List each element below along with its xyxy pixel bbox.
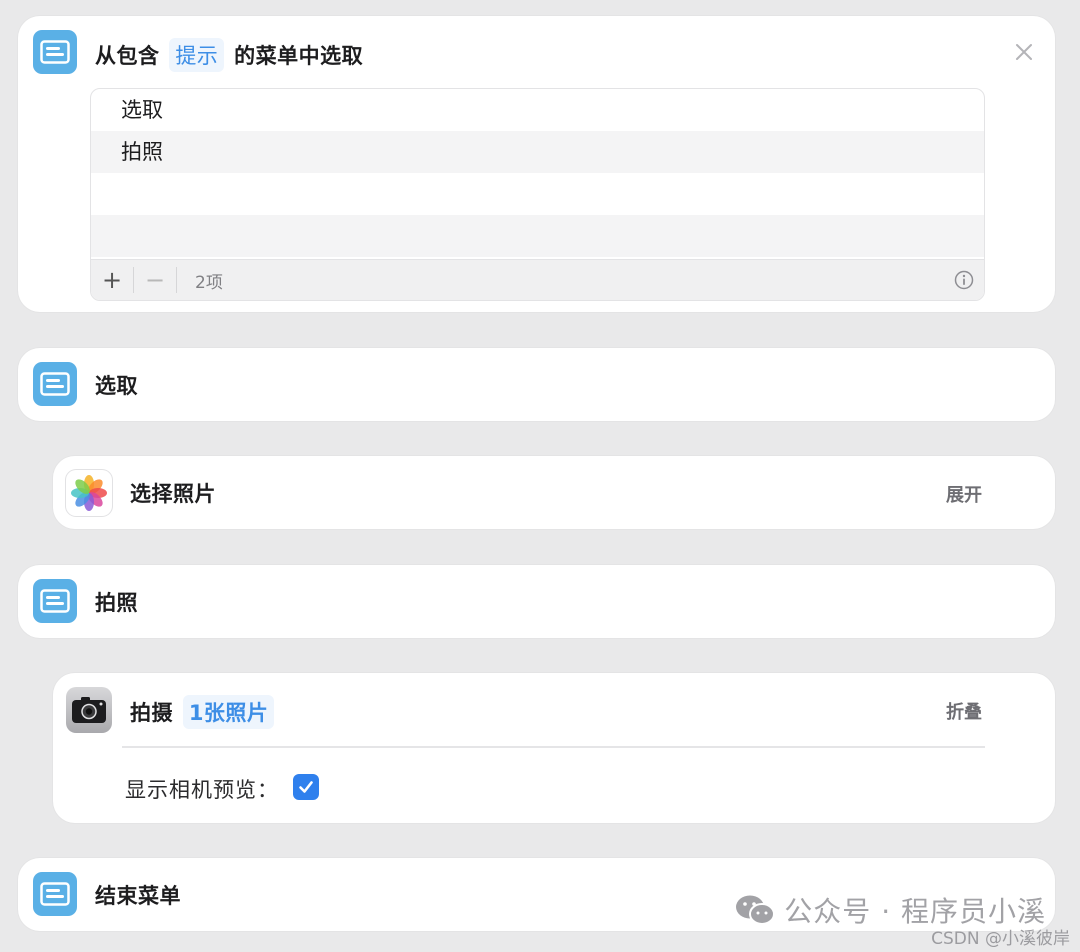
watermark-credit: CSDN @小溪彼岸 [931,929,1070,949]
action-title: 拍摄 1张照片 [130,695,276,729]
menu-items-list: 选取 拍照 + − 2项 [90,88,985,301]
camera-preview-checkbox[interactable] [293,774,319,800]
close-icon[interactable] [1012,40,1036,64]
case-title: 拍照 [95,591,138,615]
menu-icon [33,872,77,916]
camera-icon [66,687,112,733]
list-footer: + − 2项 [91,259,984,300]
list-item[interactable] [91,173,984,215]
menu-case-choose: 选取 [18,348,1055,421]
checkmark-icon [299,781,313,793]
camera-preview-label: 显示相机预览： [125,778,279,802]
action-title: 选择照片 [130,482,216,506]
action-title: 从包含 提示 的菜单中选取 [95,38,363,72]
title-suffix: 的菜单中选取 [234,44,364,68]
take-photo-action: 拍摄 1张照片 折叠 显示相机预览： [53,673,1055,823]
end-menu-title: 结束菜单 [95,884,181,908]
prompt-token[interactable]: 提示 [169,38,225,72]
wechat-icon [736,895,776,925]
photo-count-token[interactable]: 1张照片 [182,695,275,729]
collapse-button[interactable]: 折叠 [946,698,982,724]
menu-case-photo: 拍照 [18,565,1055,638]
item-count: 2项 [195,272,223,293]
divider [176,267,177,293]
expand-button[interactable]: 展开 [946,481,982,507]
list-item[interactable]: 拍照 [91,131,984,173]
menu-icon [33,579,77,623]
add-item-button[interactable]: + [91,260,133,300]
action-verb: 拍摄 [130,701,173,725]
choose-from-menu-action: 从包含 提示 的菜单中选取 选取 拍照 + − 2项 [18,16,1055,312]
list-item[interactable] [91,215,984,257]
menu-icon [33,30,77,74]
title-prefix: 从包含 [95,44,160,68]
select-photos-action: 选择照片 展开 [53,456,1055,529]
case-title: 选取 [95,374,138,398]
info-icon[interactable] [954,270,974,290]
remove-item-button[interactable]: − [134,260,176,300]
menu-icon [33,362,77,406]
list-item[interactable]: 选取 [91,89,984,131]
photos-icon [66,470,112,516]
divider [122,746,985,748]
